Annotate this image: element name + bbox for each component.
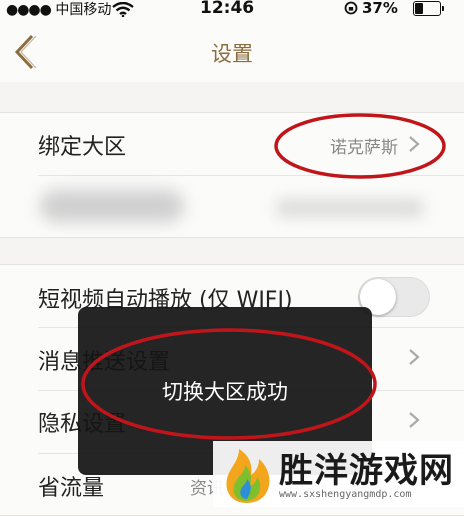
carrier-info: ●●●● 中国移动: [6, 0, 111, 19]
battery-tip: [442, 6, 444, 11]
watermark: 胜洋游戏网 www.sxshengyangmdp.com: [213, 441, 464, 507]
watermark-brand: 胜洋游戏网: [279, 451, 454, 491]
watermark-url: www.sxshengyangmdp.com: [279, 489, 412, 500]
chevron-right-icon: [409, 412, 420, 428]
rotation-lock-icon: [344, 1, 358, 15]
carrier-name: 中国移动: [55, 2, 112, 18]
flame-logo-icon: [226, 449, 270, 503]
wifi-icon: [112, 2, 134, 17]
battery-icon: [413, 1, 441, 16]
status-bar: ●●●● 中国移动 12:46 37%: [0, 0, 464, 20]
page-title: 设置: [211, 42, 253, 66]
signal-icon: ●●●●: [6, 2, 52, 18]
region-label: 绑定大区: [38, 135, 127, 160]
battery-percent: 37%: [362, 0, 398, 17]
battery-level: [415, 3, 423, 14]
clock: 12:46: [200, 0, 255, 18]
highlight-circle: [274, 113, 446, 179]
redacted-value: [275, 198, 425, 218]
redacted-label: [40, 190, 184, 222]
nav-bar: 设置: [0, 20, 464, 82]
chevron-right-icon: [409, 349, 420, 365]
highlight-circle: [81, 328, 377, 440]
